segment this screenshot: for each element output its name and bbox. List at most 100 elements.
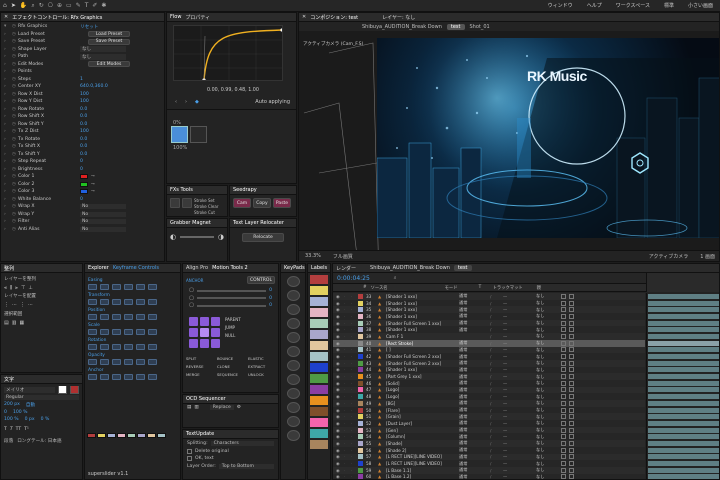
- ease-preset-icon[interactable]: [148, 329, 157, 335]
- layer-parent-select[interactable]: なし: [536, 414, 558, 420]
- timeline-layer-row[interactable]: ◉ · · 51 ▲ [Grain] 通常 ∕ — なし: [333, 413, 645, 421]
- effect-property-row[interactable]: › ◷ Color 1 ⊸: [4, 173, 161, 181]
- visibility-eye-icon[interactable]: ◉: [336, 461, 341, 466]
- audio-icon[interactable]: ·: [344, 354, 348, 359]
- visibility-eye-icon[interactable]: ◉: [336, 381, 341, 386]
- visibility-eye-icon[interactable]: ◉: [336, 401, 341, 406]
- switch-icon[interactable]: ∕: [490, 321, 500, 326]
- switch-icon[interactable]: ∕: [490, 421, 500, 426]
- matte-select[interactable]: —: [503, 347, 533, 352]
- layer-bar-fill[interactable]: [648, 407, 719, 413]
- zoom-level[interactable]: 33.3%: [305, 253, 321, 259]
- layer-switch-box[interactable]: [569, 440, 574, 446]
- expand-arrow-icon[interactable]: ›: [4, 69, 12, 74]
- visibility-eye-icon[interactable]: ◉: [336, 294, 341, 299]
- matte-select[interactable]: —: [503, 314, 533, 319]
- expand-arrow-icon[interactable]: ›: [4, 212, 12, 217]
- solo-icon[interactable]: ·: [351, 421, 355, 426]
- ease-preset-icon[interactable]: [88, 299, 97, 305]
- layer-mode-select[interactable]: 通常: [459, 313, 487, 319]
- effect-property-row[interactable]: › ◷ Tx Z Dist 100: [4, 128, 161, 136]
- label-color-chip[interactable]: [358, 461, 363, 467]
- ease-preset-icon[interactable]: [100, 284, 109, 290]
- layer-mode-select[interactable]: 通常: [459, 440, 487, 446]
- matte-select[interactable]: —: [503, 468, 533, 473]
- switch-icon[interactable]: ∕: [490, 474, 500, 479]
- ease-preset-icon[interactable]: [112, 299, 121, 305]
- layer-name[interactable]: [L Base 1.2]: [386, 474, 456, 479]
- swatch[interactable]: [127, 433, 136, 438]
- visibility-eye-icon[interactable]: ◉: [336, 414, 341, 419]
- solo-icon[interactable]: ·: [351, 448, 355, 453]
- layer-bar-fill[interactable]: [648, 467, 719, 473]
- layer-name[interactable]: [Shader 1 xxx]: [386, 327, 456, 332]
- layer-bar-fill[interactable]: [648, 440, 719, 446]
- layer-mode-select[interactable]: 通常: [459, 461, 487, 467]
- label-color-chip[interactable]: [358, 300, 363, 306]
- ease-preset-icon[interactable]: [112, 329, 121, 335]
- effect-property-row[interactable]: › ◷ Edit Modes Edit Modes: [4, 61, 161, 69]
- keypad-button-icon[interactable]: [286, 360, 300, 371]
- comp-subtab[interactable]: Shibuya_AUDITION_Break Down: [362, 24, 442, 30]
- ease-preset-icon[interactable]: [100, 314, 109, 320]
- slider-icon[interactable]: ◯: [189, 303, 194, 308]
- expand-arrow-icon[interactable]: ›: [4, 107, 12, 112]
- expand-arrow-icon[interactable]: ›: [4, 32, 12, 37]
- layer-name[interactable]: [Shade]: [386, 441, 456, 446]
- layer-parent-select[interactable]: なし: [536, 360, 558, 366]
- layer-mode-select[interactable]: 通常: [459, 347, 487, 353]
- label-color-chip[interactable]: [358, 414, 363, 420]
- expand-arrow-icon[interactable]: ›: [4, 84, 12, 89]
- ease-preset-icon[interactable]: [136, 374, 145, 380]
- label-color-chip[interactable]: [358, 320, 363, 326]
- reverse-button[interactable]: REVERSE: [186, 364, 215, 369]
- layer-switch-box[interactable]: [561, 313, 566, 319]
- ease-preset-icon[interactable]: [136, 344, 145, 350]
- type-tool-icon[interactable]: T: [85, 2, 89, 9]
- motion-slider[interactable]: [197, 304, 267, 307]
- layer-mode-select[interactable]: 通常: [459, 474, 487, 479]
- camera-select[interactable]: アクティブカメラ: [649, 253, 688, 260]
- caps-icon[interactable]: TT: [16, 427, 22, 432]
- label-color-swatch[interactable]: [310, 418, 328, 427]
- expand-arrow-icon[interactable]: ›: [4, 144, 12, 149]
- timeline-layer-row[interactable]: ◉ · · 56 ▲ [Shade 2] 通常 ∕ — なし: [333, 446, 645, 454]
- label-color-chip[interactable]: [358, 360, 363, 366]
- layer-mode-select[interactable]: 通常: [459, 380, 487, 386]
- parent-button[interactable]: PARENT: [225, 317, 241, 322]
- layer-switch-box[interactable]: [569, 474, 574, 479]
- matte-select[interactable]: —: [503, 448, 533, 453]
- solo-icon[interactable]: ·: [351, 461, 355, 466]
- audio-icon[interactable]: ·: [344, 468, 348, 473]
- layer-duration-bar[interactable]: [647, 467, 719, 474]
- timeline-layer-row[interactable]: ◉ · · 58 ▲ [L RECT LINE][LINE VIDEO] 通常 ∕ — なし: [333, 460, 645, 467]
- layer-parent-select[interactable]: なし: [536, 354, 558, 360]
- menu-item[interactable]: ヘルプ: [587, 2, 602, 9]
- effect-property-row[interactable]: › ◷ Brightness 0: [4, 166, 161, 174]
- swatch[interactable]: [107, 433, 116, 438]
- menu-item[interactable]: ワークスペース: [616, 2, 650, 9]
- switch-icon[interactable]: ∕: [490, 327, 500, 332]
- anchor-cell[interactable]: [189, 339, 198, 348]
- ease-preset-icon[interactable]: [124, 359, 133, 365]
- matte-select[interactable]: —: [503, 294, 533, 299]
- label-color-chip[interactable]: [358, 474, 363, 479]
- swatch[interactable]: [137, 433, 146, 438]
- control-button[interactable]: CONTROL: [247, 276, 275, 284]
- effect-property-row[interactable]: › ◷ Center XY 640.0,360.0: [4, 83, 161, 91]
- switch-icon[interactable]: ∕: [490, 401, 500, 406]
- layer-duration-bar[interactable]: [647, 400, 719, 407]
- tab-layer[interactable]: レイヤー: なし: [382, 14, 415, 21]
- matte-select[interactable]: —: [503, 374, 533, 379]
- layer-switch-box[interactable]: [569, 327, 574, 333]
- visibility-eye-icon[interactable]: ◉: [336, 394, 341, 399]
- layer-switch-box[interactable]: [561, 333, 566, 339]
- auto-apply-label[interactable]: Auto applying: [255, 99, 290, 105]
- effect-property-row[interactable]: › ◷ Color 2 ⊸: [4, 181, 161, 189]
- timeline-layer-row[interactable]: ◉ · · 50 ▲ [Flare] 通常 ∕ — なし: [333, 406, 645, 414]
- switch-icon[interactable]: ∕: [490, 434, 500, 439]
- stroke-clear-label[interactable]: Stroke Clear: [194, 204, 218, 209]
- keypad-button-icon[interactable]: [286, 290, 300, 301]
- layer-switch-box[interactable]: [561, 474, 566, 479]
- anchor-cell[interactable]: [211, 328, 220, 337]
